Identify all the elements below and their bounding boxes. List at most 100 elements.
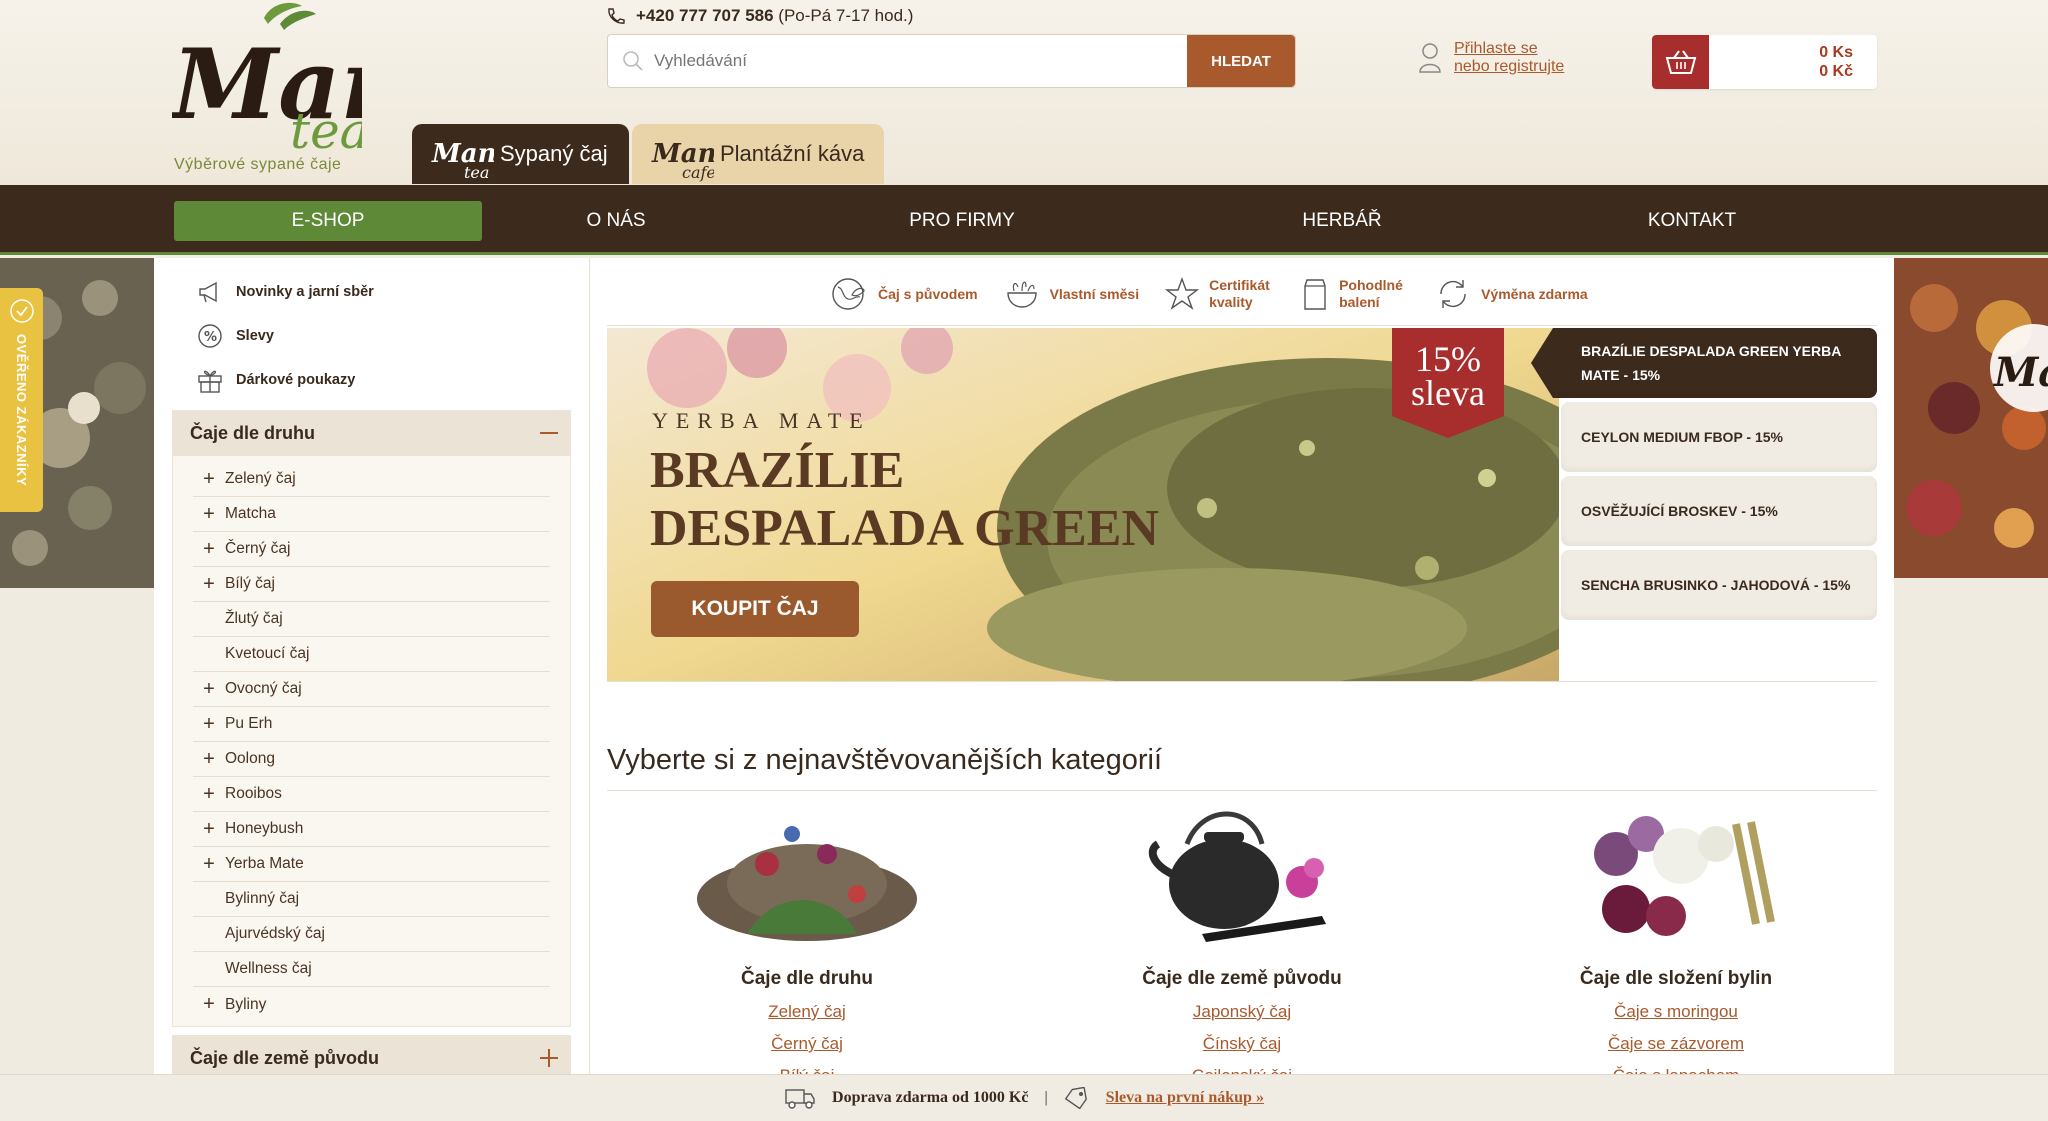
sidebar-link-news[interactable]: Novinky a jarní sběr [172,270,571,314]
category-item-label[interactable]: Ovocný čaj [225,680,302,698]
category-item[interactable]: + Matcha [193,497,550,532]
category-item-label[interactable]: Ajurvédský čaj [225,925,325,943]
category-item-label[interactable]: Žlutý čaj [225,610,283,628]
basket-icon[interactable] [1652,35,1709,89]
category-item-label[interactable]: Byliny [225,996,266,1014]
discount-word: sleva [1411,373,1485,413]
category-link[interactable]: Japonský čaj [1032,1002,1452,1022]
phone-icon [608,8,625,24]
sidebar-link-discounts[interactable]: % Slevy [172,314,571,358]
plus-icon[interactable]: + [193,678,225,701]
sidebar-link-discounts-label: Slevy [236,328,274,344]
register-label[interactable]: nebo registrujte [1454,58,1564,76]
category-item[interactable]: + Byliny [193,987,550,1022]
plus-icon[interactable]: + [193,713,225,736]
expand-icon[interactable] [539,1048,559,1068]
category-item-label[interactable]: Bílý čaj [225,575,275,593]
category-item[interactable]: Bylinný čaj [193,882,550,917]
gift-icon [198,370,222,393]
nav-herbarium[interactable]: HERBÁŘ [1242,201,1442,241]
cart-count: 0 Ks [1819,44,1853,61]
logo[interactable]: Manu tea [172,0,362,180]
category-item-label[interactable]: Rooibos [225,785,282,803]
category-link[interactable]: Zelený čaj [597,1002,1017,1022]
search-icon [623,51,643,71]
category-item-label[interactable]: Oolong [225,750,275,768]
plus-icon[interactable]: + [193,818,225,841]
buy-tea-button[interactable]: KOUPIT ČAJ [651,581,859,637]
category-title-origin: Čaje dle země původu [190,1047,380,1068]
category-item-label[interactable]: Bylinný čaj [225,890,299,908]
teapot-image[interactable] [1142,804,1342,954]
category-item-label[interactable]: Kvetoucí čaj [225,645,309,663]
sidebar: Novinky a jarní sběr % Slevy Dárkové pou… [172,270,571,1081]
sidebar-link-vouchers-label: Dárkové poukazy [236,372,356,388]
category-item-label[interactable]: Černý čaj [225,540,290,558]
cart-widget[interactable]: 0 Ks 0 Kč [1652,35,1877,89]
category-item-label[interactable]: Matcha [225,505,276,523]
category-item[interactable]: + Zelený čaj [193,462,550,497]
category-column-herbs-title[interactable]: Čaje dle složení bylin [1466,968,1886,990]
plus-icon[interactable]: + [193,538,225,561]
category-column-type-title[interactable]: Čaje dle druhu [597,968,1017,990]
category-link[interactable]: Čínský čaj [1032,1034,1452,1054]
tea-mix-image[interactable] [687,804,927,954]
category-item-label[interactable]: Zelený čaj [225,470,296,488]
collapse-icon[interactable] [539,423,559,443]
manu-cafe-tab-logo: Manucafe [651,139,714,182]
plus-icon[interactable]: + [193,993,225,1016]
verified-badge-tab[interactable]: OVĚŘENO ZÁKAZNÍKY [0,288,43,512]
category-item[interactable]: Žlutý čaj [193,602,550,637]
sidebar-link-vouchers[interactable]: Dárkové poukazy [172,358,571,402]
bottom-separator: | [1044,1089,1048,1106]
svg-text:tea: tea [464,163,489,182]
banner-title-line1: BRAZÍLIE [650,442,905,499]
banner-slide-tab[interactable]: CEYLON MEDIUM FBOP - 15% [1561,402,1877,472]
category-item[interactable]: Ajurvédský čaj [193,917,550,952]
banner-slide-tab[interactable]: BRAZÍLIE DESPALADA GREEN YERBA MATE - 15… [1531,328,1877,398]
category-link[interactable]: Čaje s moringou [1466,1002,1886,1022]
category-link[interactable]: Čaje se zázvorem [1466,1034,1886,1054]
category-item[interactable]: Wellness čaj [193,952,550,987]
feature-certificate-label: Certifikát kvality [1209,277,1270,310]
category-item[interactable]: + Oolong [193,742,550,777]
plus-icon[interactable]: + [193,503,225,526]
feature-blends: Vlastní směsi [1004,277,1139,311]
category-item[interactable]: + Pu Erh [193,707,550,742]
category-item[interactable]: + Honeybush [193,812,550,847]
banner-slide-tab[interactable]: SENCHA BRUSINKO - JAHODOVÁ - 15% [1561,550,1877,620]
plus-icon[interactable]: + [193,468,225,491]
nav-contact[interactable]: KONTAKT [1592,201,1792,241]
tab-coffee[interactable]: Manucafe Plantážní káva [632,124,884,184]
plus-icon[interactable]: + [193,783,225,806]
login-label[interactable]: Přihlaste se [1454,40,1564,58]
category-item[interactable]: + Rooibos [193,777,550,812]
nav-business[interactable]: PRO FIRMY [862,201,1062,241]
category-item-label[interactable]: Yerba Mate [225,855,304,873]
category-link[interactable]: Černý čaj [597,1034,1017,1054]
category-item[interactable]: Kvetoucí čaj [193,637,550,672]
nav-about[interactable]: O NÁS [516,201,716,241]
category-item-label[interactable]: Honeybush [225,820,303,838]
tab-loose-tea[interactable]: Manutea Sypaný čaj [412,124,629,184]
herbs-image[interactable] [1556,804,1796,954]
phone-number[interactable]: +420 777 707 586 [636,6,774,25]
plus-icon[interactable]: + [193,853,225,876]
discount-badge: 15% sleva [1392,328,1504,438]
category-item-label[interactable]: Pu Erh [225,715,272,733]
category-item[interactable]: + Ovocný čaj [193,672,550,707]
banner-slide-tab[interactable]: OSVĚŽUJÍCÍ BROSKEV - 15% [1561,476,1877,546]
first-purchase-discount-link[interactable]: Sleva na první nákup » [1106,1089,1264,1107]
category-item[interactable]: + Bílý čaj [193,567,550,602]
plus-icon[interactable]: + [193,573,225,596]
search-button[interactable]: HLEDAT [1187,35,1295,87]
category-item[interactable]: + Černý čaj [193,532,550,567]
category-column-origin-title[interactable]: Čaje dle země původu [1032,968,1452,990]
search-input[interactable] [608,35,1187,87]
login-link[interactable]: Přihlaste se nebo registrujte [1418,40,1564,76]
category-item[interactable]: + Yerba Mate [193,847,550,882]
category-item-label[interactable]: Wellness čaj [225,960,312,978]
plus-icon[interactable]: + [193,748,225,771]
nav-eshop[interactable]: E-SHOP [174,201,482,241]
category-header-type[interactable]: Čaje dle druhu [172,410,571,456]
